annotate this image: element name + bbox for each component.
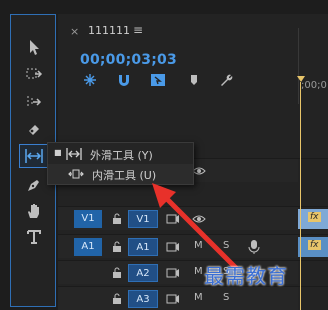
arrow-icon [30,40,39,55]
menu-item-label: 内滑工具 (U) [92,169,157,182]
watermark-logo: 最需教育 [204,264,288,288]
active-tool-mark: ■ [54,148,62,157]
microphone-icon[interactable] [248,239,260,255]
hand-tool[interactable] [24,201,44,221]
track-lane-v2[interactable] [298,158,328,182]
playhead-handle[interactable] [297,76,305,82]
type-tool[interactable] [24,227,44,247]
timeline-header: × 111111 ≡ [58,14,328,44]
solo-button[interactable]: S [223,292,229,303]
mute-button[interactable]: M [194,266,203,277]
razor-icon [29,125,39,135]
sequence-tab-label[interactable]: 111111 [88,24,130,37]
track-row-v1[interactable]: V1 V1 [58,206,298,230]
track-target-a1[interactable]: A1 [128,238,158,256]
slip-icon [25,149,43,163]
slip-slide-tool-menu: ■ 外滑工具 (Y) 内滑工具 (U) [47,142,194,185]
snap-button[interactable] [116,72,132,88]
solo-button[interactable]: S [223,240,229,251]
track-row-a1[interactable]: A1 A1 M S [58,234,298,258]
pen-icon [28,180,39,191]
track-select-forward-tool[interactable] [24,65,44,85]
timeline-settings-button[interactable] [218,72,234,88]
track-lane-a3[interactable] [298,286,328,310]
linked-selection-icon [151,74,165,86]
razor-tool[interactable] [24,119,44,139]
slide-tool-menu-item[interactable]: 内滑工具 (U) [48,164,193,184]
fx-badge: fx [308,240,321,250]
marker-icon [191,75,197,85]
type-icon [27,230,41,244]
eye-icon[interactable] [192,213,206,225]
nest-icon [84,74,96,86]
add-marker-button[interactable] [186,72,202,88]
video-clip[interactable]: fx [298,209,328,229]
source-patch-a1[interactable]: A1 [74,238,102,256]
wrench-icon [221,74,233,86]
linked-selection-button[interactable] [150,72,166,88]
audio-clip[interactable]: fx [298,237,328,257]
close-sequence-button[interactable]: × [70,25,79,38]
track-lane-a1[interactable]: fx [298,234,328,258]
slip-tool[interactable] [19,144,49,168]
magnet-icon [119,75,129,86]
ripple-edit-icon [27,96,42,108]
slip-tool-menu-item[interactable]: ■ 外滑工具 (Y) [48,144,193,164]
lock-icon[interactable] [111,293,123,305]
mute-button[interactable]: M [194,292,203,303]
track-lane-v1[interactable]: fx [298,206,328,230]
playhead-line[interactable] [300,82,301,310]
track-target-v1[interactable]: V1 [128,210,158,228]
time-ruler[interactable]: ;00;0 [298,28,328,104]
slip-icon [66,147,82,161]
eye-icon[interactable] [192,165,206,177]
hand-icon [28,204,39,218]
sync-lock-icon[interactable] [166,213,180,225]
track-select-icon [26,68,43,79]
lock-icon[interactable] [111,241,123,253]
source-patch-v1[interactable]: V1 [74,210,102,228]
nest-toggle-button[interactable] [82,72,98,88]
track-target-a2[interactable]: A2 [128,264,158,282]
sync-lock-icon[interactable] [166,267,180,279]
ripple-edit-tool[interactable] [24,92,44,112]
lock-icon[interactable] [111,267,123,279]
mute-button[interactable]: M [194,240,203,251]
track-target-a3[interactable]: A3 [128,290,158,308]
lock-icon[interactable] [111,213,123,225]
pen-tool[interactable] [24,175,44,195]
menu-item-label: 外滑工具 (Y) [90,149,153,162]
slide-icon [68,167,84,181]
panel-menu-icon[interactable]: ≡ [133,23,143,37]
track-lane-a2[interactable] [298,260,328,284]
playhead-timecode[interactable]: 00;00;03;03 [80,52,177,68]
sync-lock-icon[interactable] [166,293,180,305]
sync-lock-icon[interactable] [166,241,180,253]
fx-badge: fx [308,212,321,222]
track-row-a3[interactable]: A3 M S [58,286,298,310]
selection-tool[interactable] [24,37,44,57]
